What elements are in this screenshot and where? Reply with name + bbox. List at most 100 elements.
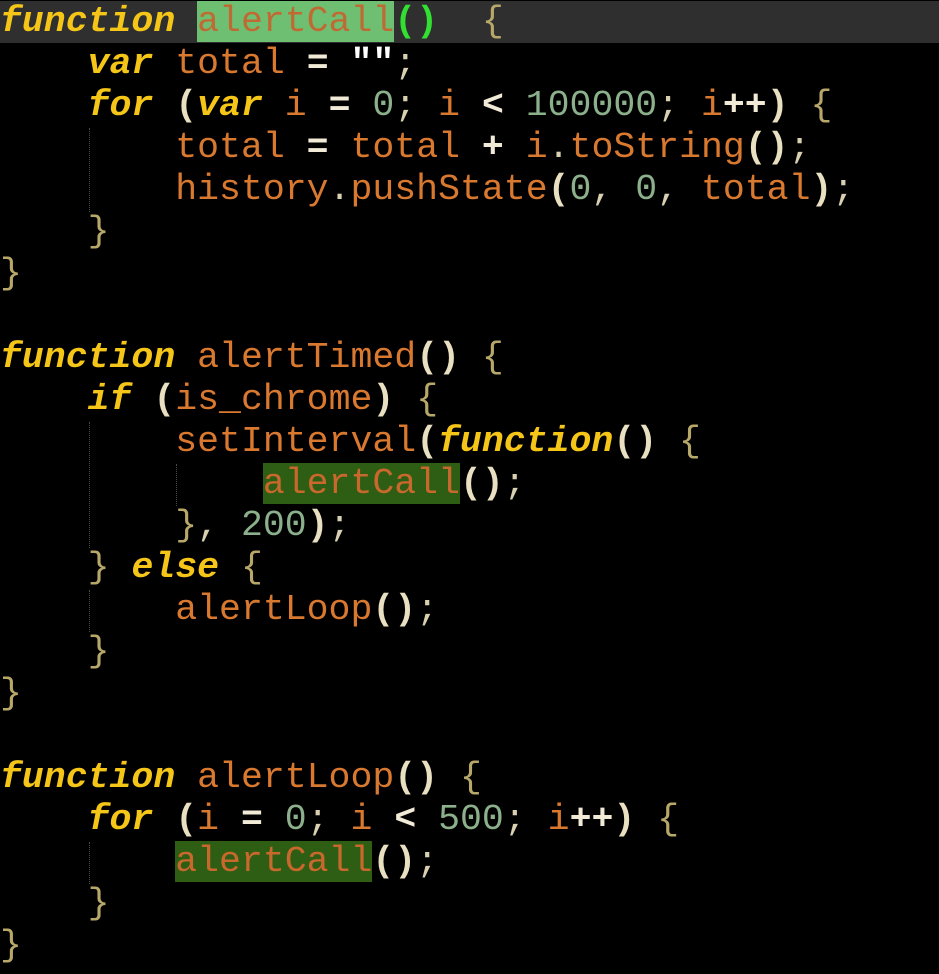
keyword-token: var	[197, 85, 263, 126]
code-line[interactable]: for (var i = 0; i < 100000; i++) {	[0, 85, 939, 127]
code-line[interactable]: } else {	[0, 547, 939, 589]
code-line[interactable]: }	[0, 883, 939, 925]
code-line[interactable]: function alertLoop() {	[0, 757, 939, 799]
indentation	[0, 211, 88, 252]
code-line[interactable]: }	[0, 211, 939, 253]
keyword-token: else	[131, 547, 220, 588]
brace-token: }	[87, 883, 110, 924]
indentation	[0, 379, 88, 420]
number-token: 0	[569, 169, 592, 210]
indentation	[0, 547, 88, 588]
brace-token: }	[0, 253, 22, 294]
code-line[interactable]: history.pushState(0, 0, total);	[0, 169, 939, 211]
code-line[interactable]: if (is_chrome) {	[0, 379, 939, 421]
code-editor[interactable]: function alertCall() { var total = ""; f…	[0, 0, 939, 974]
punctuation-token: ;	[788, 127, 811, 168]
punctuation-token: ;	[503, 799, 526, 840]
code-line[interactable]: alertCall();	[0, 463, 939, 505]
paren-token: )	[372, 379, 395, 420]
indentation	[0, 127, 175, 168]
code-line[interactable]: for (i = 0; i < 500; i++) {	[0, 799, 939, 841]
indentation	[0, 85, 88, 126]
number-token: 100000	[525, 85, 658, 126]
code-line[interactable]: }	[0, 673, 939, 715]
code-line[interactable]	[0, 715, 939, 757]
paren-token: ()	[613, 421, 658, 462]
brace-token: }	[0, 673, 22, 714]
operator-token: =	[306, 127, 329, 168]
brace-token: {	[460, 757, 482, 798]
identifier-token: i	[525, 127, 548, 168]
identifier-token: total	[700, 169, 811, 210]
keyword-token: function	[0, 1, 176, 42]
identifier-token: i	[438, 85, 461, 126]
identifier-token: setInterval	[175, 421, 417, 462]
punctuation-token: ,	[591, 169, 614, 210]
number-token: 500	[438, 799, 504, 840]
highlighted-occurrence: alertCall	[175, 841, 373, 882]
identifier-token: i	[284, 85, 307, 126]
code-line[interactable]: }, 200);	[0, 505, 939, 547]
keyword-token: var	[87, 43, 154, 84]
identifier-token: total	[175, 43, 285, 84]
identifier-token: alertLoop	[197, 757, 395, 798]
code-line[interactable]: total = total + i.toString();	[0, 127, 939, 169]
brace-token: }	[0, 925, 22, 966]
identifier-token: history	[175, 169, 329, 210]
code-line[interactable]: alertLoop();	[0, 589, 939, 631]
brace-token: }	[87, 631, 110, 672]
paren-token: )	[810, 169, 833, 210]
brace-token: {	[679, 421, 701, 462]
punctuation-token: ;	[416, 589, 439, 630]
punctuation-token: ;	[328, 505, 351, 546]
indentation	[0, 169, 175, 210]
identifier-token: i	[547, 799, 570, 840]
identifier-token: i	[350, 799, 373, 840]
number-token: 0	[372, 85, 395, 126]
code-line[interactable]: }	[0, 253, 939, 295]
operator-token: <	[481, 85, 504, 126]
keyword-token: for	[87, 799, 154, 840]
paren-token: ()	[372, 841, 417, 882]
paren-token: (	[416, 421, 439, 462]
code-line[interactable]: function alertCall() {	[0, 1, 939, 43]
operator-token: =	[306, 43, 329, 84]
code-line[interactable]: function alertTimed() {	[0, 337, 939, 379]
code-line[interactable]: alertCall();	[0, 841, 939, 883]
paren-token: (	[175, 799, 198, 840]
identifier-token: is_chrome	[175, 379, 373, 420]
paren-token: (	[153, 379, 176, 420]
code-line[interactable]	[0, 295, 939, 337]
code-line[interactable]: var total = "";	[0, 43, 939, 85]
punctuation-token: ,	[197, 505, 220, 546]
code-line[interactable]: setInterval(function() {	[0, 421, 939, 463]
highlighted-occurrence: alertCall	[262, 463, 460, 504]
operator-token: ++	[722, 85, 767, 126]
indentation	[0, 421, 175, 462]
code-line[interactable]: }	[0, 925, 939, 967]
paren-token: ()	[459, 463, 504, 504]
code-line[interactable]: }	[0, 631, 939, 673]
punctuation-token: ,	[657, 169, 680, 210]
keyword-token: for	[87, 85, 154, 126]
punctuation-token: ;	[503, 463, 526, 504]
